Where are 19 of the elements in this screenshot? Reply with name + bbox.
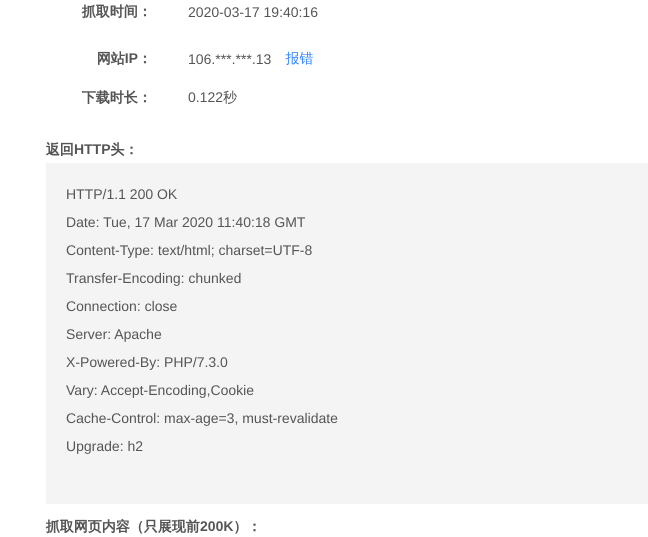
field-value: 0.122秒 xyxy=(188,88,238,106)
report-error-link[interactable]: 报错 xyxy=(285,50,314,68)
field-label: 下载时长： xyxy=(81,88,152,106)
header-line: Content-Type: text/html; charset=UTF-8 xyxy=(66,241,314,260)
field-value: 106.***.***.13 xyxy=(188,50,272,66)
section-heading: 抓取网页内容（只展现前200K）： xyxy=(46,517,262,535)
header-line: HTTP/1.1 200 OK xyxy=(66,185,178,204)
header-line: Upgrade: h2 xyxy=(66,437,144,456)
header-line: X-Powered-By: PHP/7.3.0 xyxy=(66,353,229,372)
header-line: Transfer-Encoding: chunked xyxy=(66,269,242,288)
header-line: Date: Tue, 17 Mar 2020 11:40:18 GMT xyxy=(66,213,306,232)
field-label: 抓取时间： xyxy=(80,3,152,21)
header-line: Cache-Control: max-age=3, must-revalidate xyxy=(66,409,339,428)
header-line: Vary: Accept-Encoding,Cookie xyxy=(66,381,256,400)
field-value: 2020-03-17 19:40:16 xyxy=(188,4,318,20)
field-label: 网站IP： xyxy=(96,50,152,68)
header-line: Connection: close xyxy=(66,297,178,316)
header-line: Server: Apache xyxy=(66,325,163,344)
section-heading: 返回HTTP头： xyxy=(46,140,140,159)
